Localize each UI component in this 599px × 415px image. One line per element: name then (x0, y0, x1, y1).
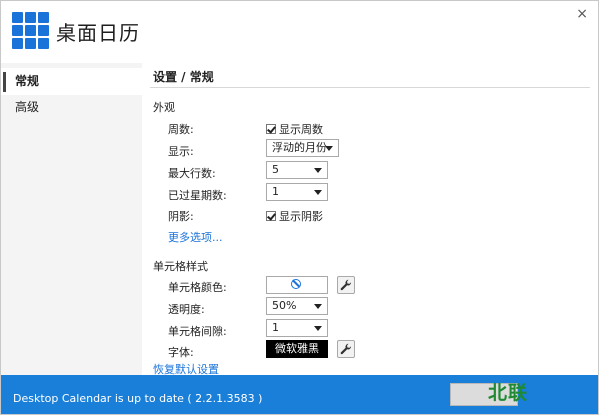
shadow-label: 阴影: (168, 210, 194, 223)
settings-panel: 设置 / 常规 外观 周数: 显示周数 显示: 浮动的月份 最大行数: 5 已过… (142, 63, 598, 376)
cell-spacing-label: 单元格间隙: (168, 325, 227, 338)
transparency-label: 透明度: (168, 303, 205, 316)
display-select[interactable]: 浮动的月份 (266, 139, 339, 157)
watermark-logo: 北联 (488, 382, 529, 404)
show-shadow-checkbox[interactable]: 显示阴影 (266, 208, 323, 224)
calendar-logo-icon (12, 12, 49, 49)
more-options-link[interactable]: 更多选项... (168, 229, 223, 245)
close-icon[interactable]: × (576, 6, 588, 22)
past-weeks-select[interactable]: 1 (266, 183, 328, 201)
checkbox-checked-icon[interactable] (266, 124, 276, 134)
sidebar-item-general[interactable]: 常规 (1, 68, 142, 95)
wrench-icon (340, 343, 352, 355)
font-preview[interactable]: 微软雅黑 (266, 340, 328, 358)
title-divider (150, 87, 590, 88)
wrench-icon (340, 279, 352, 291)
font-picker-button[interactable] (337, 340, 355, 358)
transparency-select[interactable]: 50% (266, 297, 328, 315)
show-week-number-checkbox[interactable]: 显示周数 (266, 121, 323, 137)
cell-spacing-select[interactable]: 1 (266, 319, 328, 337)
update-status-text: Desktop Calendar is up to date ( 2.2.1.3… (13, 392, 263, 405)
sidebar: 常规 高级 (1, 63, 142, 375)
show-shadow-label: 显示阴影 (279, 210, 323, 223)
page-title: 设置 / 常规 (153, 70, 214, 84)
title-bar: 桌面日历 × (1, 1, 598, 63)
checkbox-checked-icon[interactable] (266, 211, 276, 221)
cell-color-picker-button[interactable] (337, 276, 355, 294)
font-label: 字体: (168, 346, 194, 359)
cell-color-label: 单元格颜色: (168, 281, 227, 294)
week-number-label: 周数: (168, 123, 194, 136)
sidebar-item-advanced[interactable]: 高级 (1, 94, 142, 121)
no-color-icon (291, 279, 301, 289)
settings-window: 桌面日历 × 常规 高级 设置 / 常规 外观 周数: 显示周数 显示: 浮动的… (0, 0, 599, 415)
appearance-heading: 外观 (153, 101, 175, 114)
max-rows-label: 最大行数: (168, 167, 216, 180)
display-label: 显示: (168, 145, 194, 158)
cell-color-swatch[interactable] (266, 276, 328, 294)
cell-style-heading: 单元格样式 (153, 260, 208, 273)
show-week-number-label: 显示周数 (279, 123, 323, 136)
max-rows-select[interactable]: 5 (266, 161, 328, 179)
app-title: 桌面日历 (56, 21, 140, 45)
past-weeks-label: 已过星期数: (168, 189, 227, 202)
